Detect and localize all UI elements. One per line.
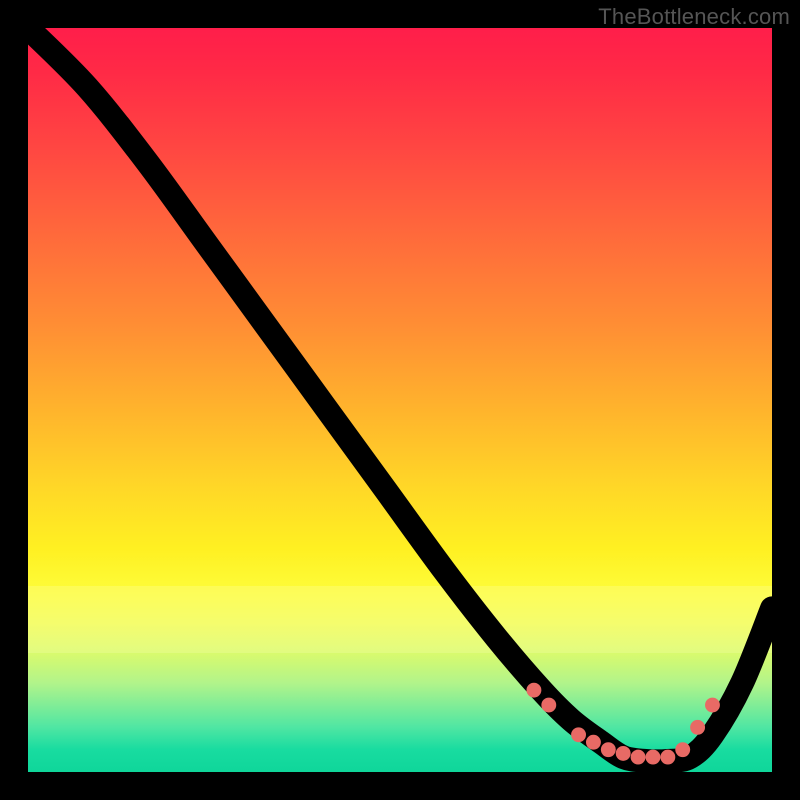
valley-point	[646, 750, 661, 765]
valley-point	[526, 683, 541, 698]
valley-point	[660, 750, 675, 765]
chart-frame: TheBottleneck.com	[0, 0, 800, 800]
valley-point	[571, 727, 586, 742]
plot-area	[28, 28, 772, 772]
valley-point	[675, 742, 690, 757]
valley-point	[616, 746, 631, 761]
valley-point	[631, 750, 646, 765]
valley-point	[690, 720, 705, 735]
valley-point	[586, 735, 601, 750]
curve-layer	[28, 28, 772, 772]
valley-point	[601, 742, 616, 757]
bottleneck-curve	[28, 28, 772, 761]
watermark-text: TheBottleneck.com	[598, 4, 790, 30]
valley-point	[541, 698, 556, 713]
valley-point	[705, 698, 720, 713]
